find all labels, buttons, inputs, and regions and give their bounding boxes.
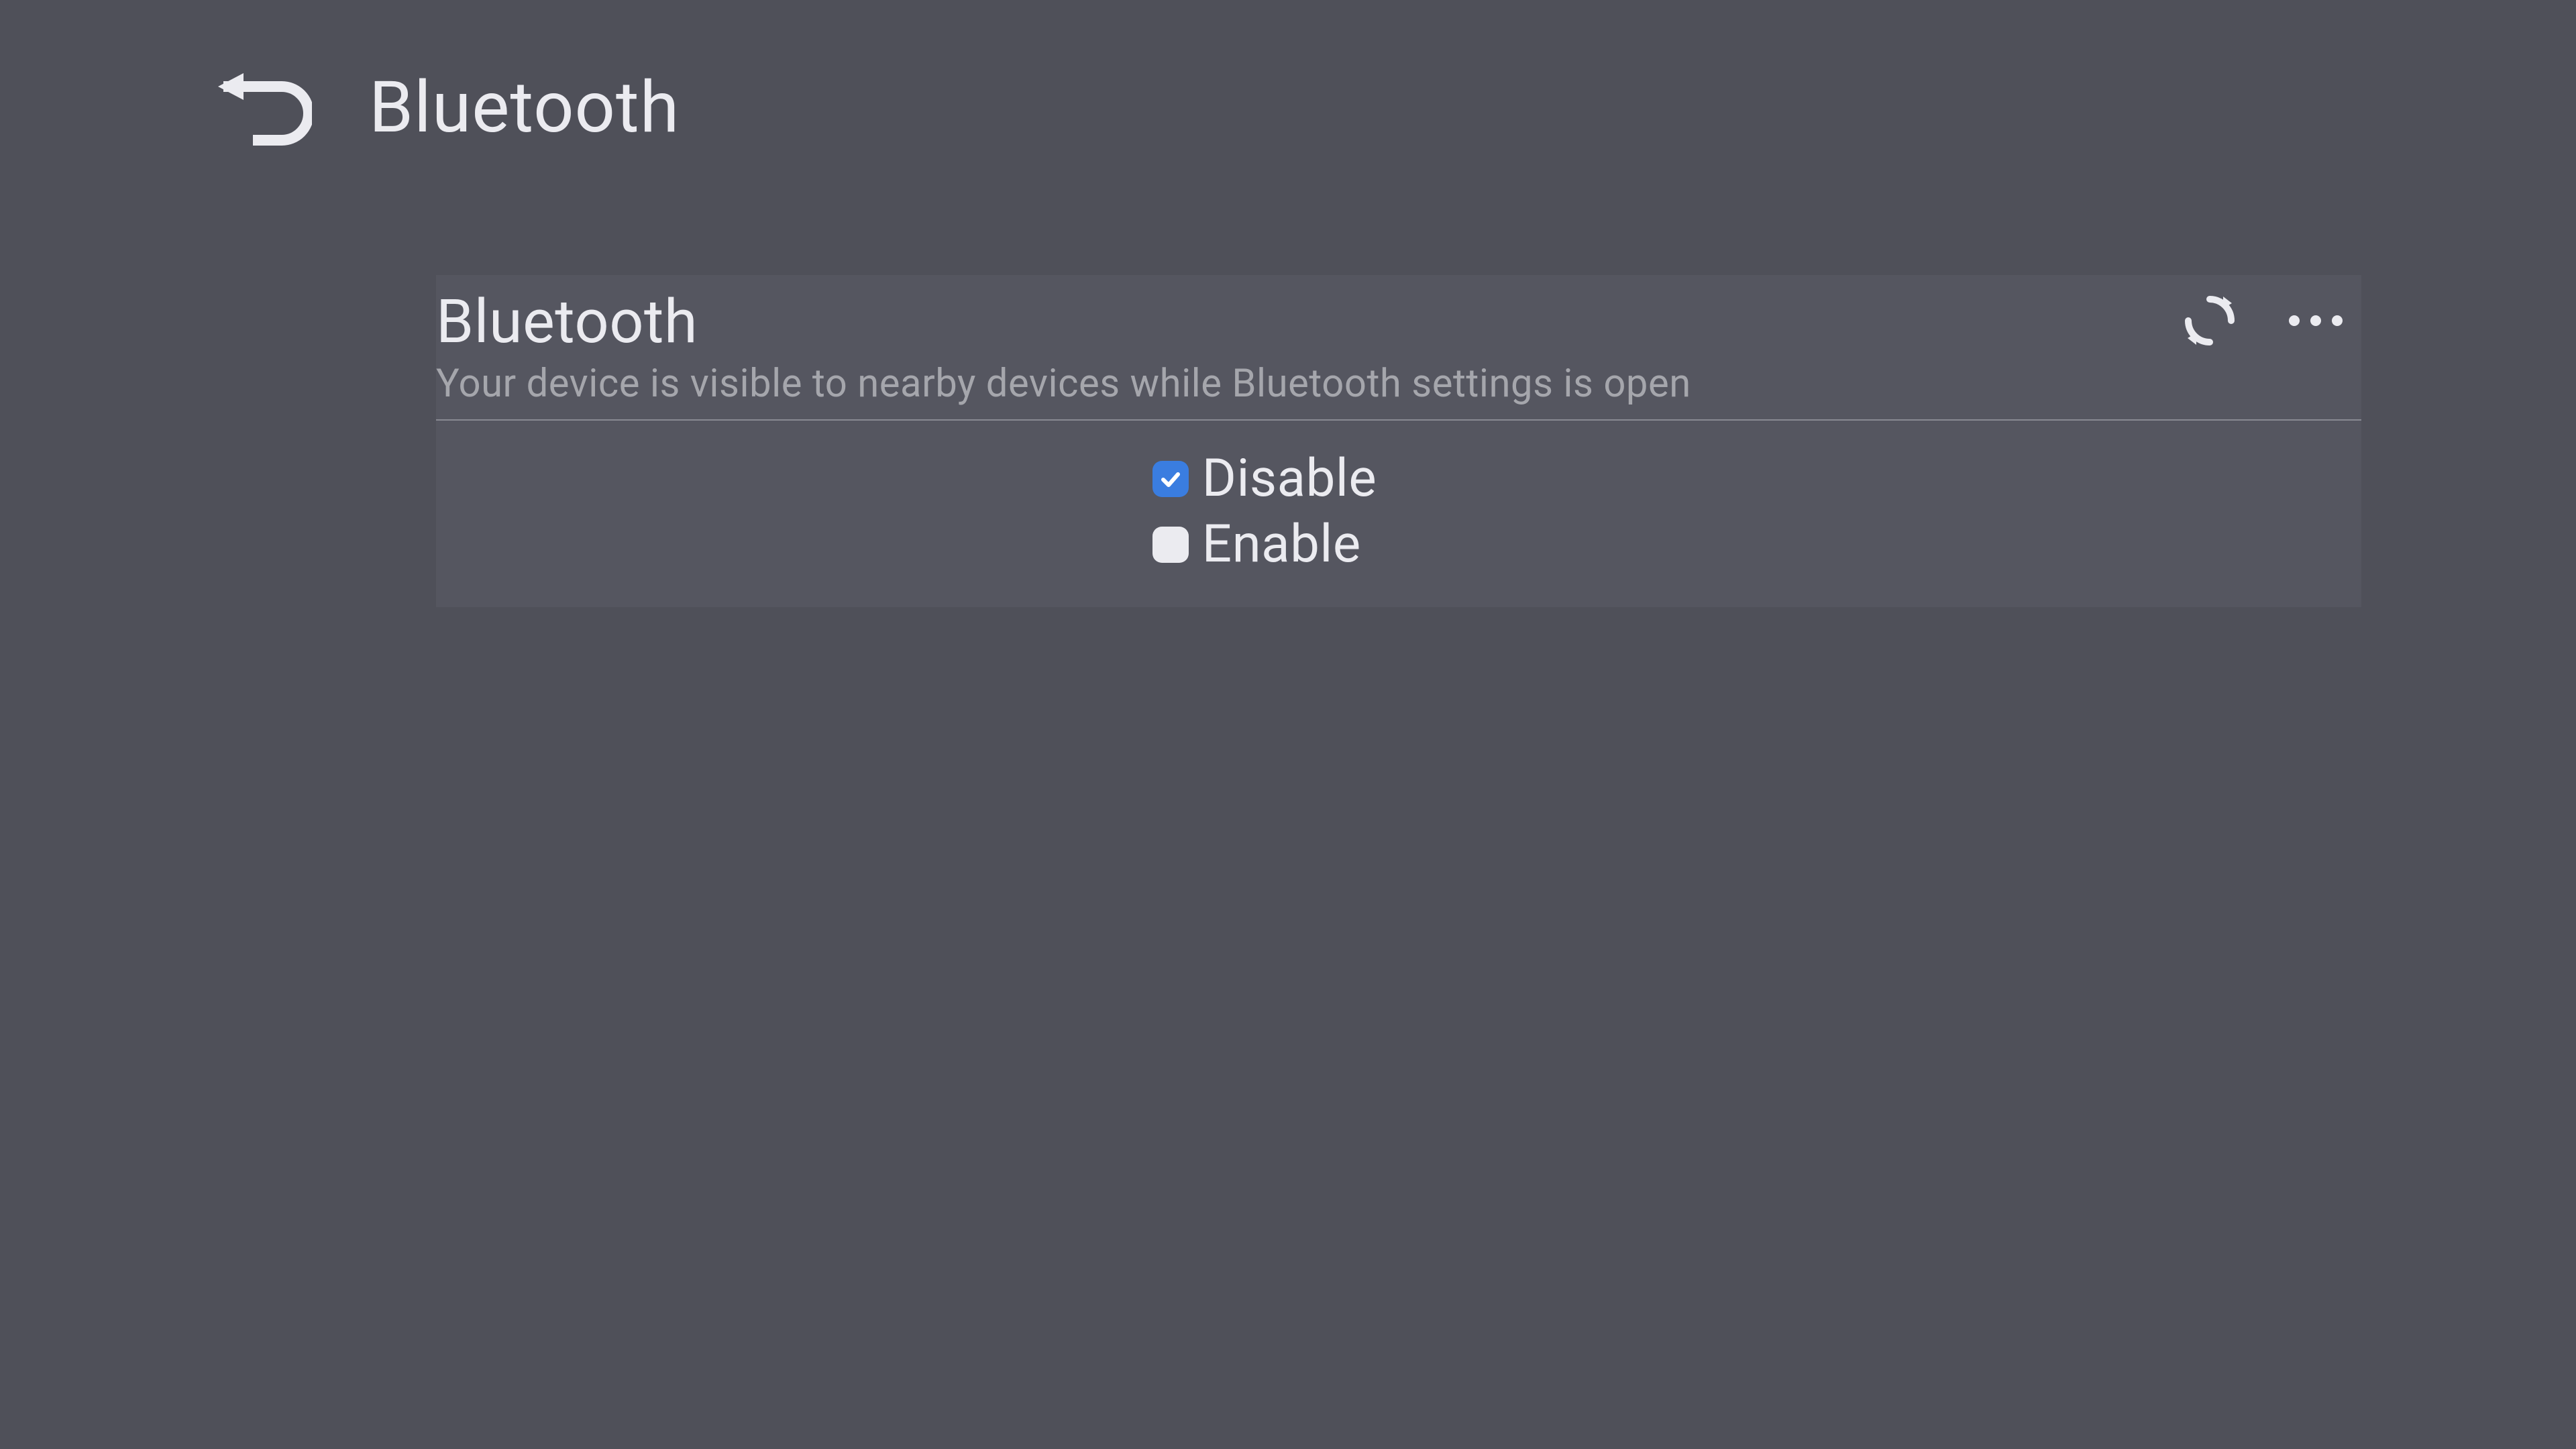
- more-icon: [2332, 315, 2343, 326]
- header: Bluetooth: [0, 0, 2576, 154]
- check-icon: [1158, 466, 1183, 492]
- options-inner: Disable Enable: [1152, 446, 1377, 578]
- options-area: Disable Enable: [436, 421, 2361, 607]
- option-disable[interactable]: Disable: [1152, 446, 1377, 512]
- panel-header: Bluetooth Your device is visible to near…: [436, 275, 2361, 421]
- checkbox-enable[interactable]: [1152, 527, 1189, 563]
- option-enable-label: Enable: [1202, 519, 1361, 571]
- panel-title: Bluetooth: [436, 287, 2183, 357]
- more-icon: [2310, 315, 2321, 326]
- more-button[interactable]: [2284, 315, 2348, 326]
- more-icon: [2289, 315, 2300, 326]
- panel-subtitle: Your device is visible to nearby devices…: [436, 361, 2183, 408]
- back-icon: [211, 64, 312, 151]
- content-panel: Bluetooth Your device is visible to near…: [436, 275, 2361, 607]
- option-enable[interactable]: Enable: [1152, 512, 1377, 578]
- option-disable-label: Disable: [1202, 453, 1377, 505]
- panel-header-text: Bluetooth Your device is visible to near…: [436, 287, 2183, 407]
- refresh-button[interactable]: [2183, 294, 2237, 347]
- page-title: Bluetooth: [369, 66, 680, 149]
- refresh-icon: [2183, 294, 2237, 347]
- checkbox-disable[interactable]: [1152, 461, 1189, 497]
- panel-actions: [2183, 287, 2361, 347]
- back-button[interactable]: [208, 60, 315, 154]
